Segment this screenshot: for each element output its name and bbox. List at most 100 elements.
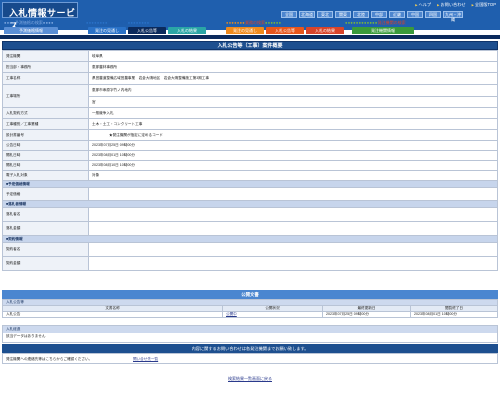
page-title: 入札公告等（工事）案件概要 [2,41,498,50]
row-value [88,207,498,222]
tab-construction-results[interactable]: 入札の結果 [168,27,206,34]
public-docs-table: 入札公告等 文書名称 公開状況 最終更新日 閲覧終了日 入札公告 公開中 202… [2,299,498,318]
category-nav: ●●●●予測価格の検索●●●● ●●●●●●●●工事の検索●●●●●●●● ●●… [0,19,500,34]
row-label: 予定価格 [2,187,89,201]
row-label: 落札者名 [2,207,89,222]
row-label: 開札日時 [2,160,89,171]
section-header-price: ■予定価格情報 [2,180,498,188]
row-value: 2023年08月10日 10時00分 [88,160,498,171]
section-title: ■落札者情報 [2,200,498,208]
back-to-results-link[interactable]: 検索結果一覧画面に戻る [0,376,500,382]
row-label: 落札金額 [2,221,89,236]
nav-divider [0,35,500,39]
table-row: 工事名称 県営農道整備広域営農事業 岩倉大鳴地区 岩倉大鳴整備施工第3期工事 [2,72,498,85]
section-header-contract: ■契約情報 [2,235,498,243]
help-link[interactable]: ヘルプ [415,2,432,8]
row-value [88,221,498,236]
table-row: 入札契約方式 一般競争入札 [2,107,498,119]
location-line: 宮 [89,96,497,107]
row-label: 工事種別／工事業種 [2,118,89,130]
row-label: 電子入札対象 [2,170,89,181]
table-row: 公告日時 2023年07月25日 09時00分 [2,140,498,151]
category-service-heading: ●●●●●●●業務の検索●●●●●● [226,20,282,25]
region-shikoku[interactable]: 四国 [425,11,441,18]
row-label: 工事場所 [2,84,89,108]
location-line: 恵那市串原字竹ノ内地内 [92,88,132,92]
tab-service-results[interactable]: 入札の結果 [306,27,344,34]
table-row: 担当部・事務所 恵那農林事務所 [2,61,498,73]
tab-construction-outlook[interactable]: 発注の見通し [88,27,126,34]
row-value: 対象 [88,170,498,181]
row-label: 設計書番号 [2,129,89,141]
region-hokuriku[interactable]: 北陸 [353,11,369,18]
row-value: 岐阜県 [88,50,498,62]
region-national[interactable]: 全国 [281,11,297,18]
row-value [88,242,498,257]
tab-estimate-info[interactable]: 予測価格情報 [4,27,58,34]
table-row: 入札公告 公開中 2023年07月25日 09時00分 2023年08月01日 … [2,311,498,318]
table-row: 予定価格 [2,187,498,201]
table-row: 開札日時 2023年08月01日 10時00分 [2,150,498,161]
region-kanto[interactable]: 関東 [335,11,351,18]
table-row: 開札日時 2023年08月10日 10時00分 [2,160,498,171]
row-value: ★発注機関が指定に定めるコード [88,129,498,141]
row-label: 公告日時 [2,140,89,151]
row-value: 土木・土工・コンクリート工事 [88,118,498,130]
tab-construction-notices[interactable]: 入札公告等 [128,27,166,34]
row-label: 契約者名 [2,242,89,257]
bid-progress-section: 入札経過 該当データはありません [2,325,498,343]
tab-service-notices[interactable]: 入札公告等 [266,27,304,34]
row-value [88,187,498,201]
region-tohoku[interactable]: 東北 [317,11,333,18]
doc-status-link[interactable]: 公開中 [226,312,237,316]
table-row: 電子入札対象 対象 [2,170,498,181]
doc-end: 2023年08月01日 10時00分 [410,311,498,318]
row-label: 担当部・事務所 [2,61,89,73]
region-chubu[interactable]: 中部 [371,11,387,18]
tab-orderer-info[interactable]: 発注機関情報 [352,27,414,34]
row-value [88,256,498,271]
region-nav: 全国 北海道 東北 関東 北陸 中部 近畿 中国 四国 九州・沖縄 [281,11,463,22]
table-row: 契約金額 [2,256,498,271]
category-construction-heading: ●●●●●●●●工事の検索●●●●●●●● [86,20,150,25]
bid-progress-empty-message: 該当データはありません [3,333,497,342]
table-row: 落札金額 [2,221,498,236]
site-logo[interactable]: 入札情報サービス [2,2,78,32]
row-label: 開札日時 [2,150,89,161]
row-label: 工事名称 [2,72,89,85]
region-kinki[interactable]: 近畿 [389,11,405,18]
contact-list-link[interactable]: 問い合せ先一覧 [133,357,158,362]
table-row: 契約者名 [2,242,498,257]
contact-us-link[interactable]: お問い合わせ [437,2,465,8]
row-value: 一般競争入札 [88,107,498,119]
table-row: 設計書番号 ★発注機関が指定に定めるコード [2,129,498,141]
row-label: 発注機関 [2,50,89,62]
row-label: 契約金額 [2,256,89,271]
category-estimate-heading: ●●●●予測価格の検索●●●● [4,20,54,25]
row-value: 恵那農林事務所 [88,61,498,73]
row-label: 入札契約方式 [2,107,89,119]
category-orderer-heading: ●●●●●●●●●●●●発注機関の検索 [345,20,406,25]
contact-row: 発注機関への連絡先等はこちらからご確認ください。 問い合せ先一覧 [2,353,498,364]
row-value: 恵那市串原字竹ノ内地内 宮 [88,84,498,108]
project-info-table: 発注機関 岐阜県 担当部・事務所 恵那農林事務所 工事名称 県営農道整備広域営農… [2,50,498,271]
table-row: 工事種別／工事業種 土木・土工・コンクリート工事 [2,118,498,130]
row-value: 2023年08月01日 10時00分 [88,150,498,161]
doc-updated: 2023年07月25日 09時00分 [322,311,411,318]
section-title: ■予定価格情報 [2,180,498,188]
table-row: 発注機関 岐阜県 [2,50,498,62]
row-value: 2023年07月25日 09時00分 [88,140,498,151]
region-chugoku[interactable]: 中国 [407,11,423,18]
national-top-link[interactable]: 全国版TOP [472,2,496,8]
tab-service-outlook[interactable]: 発注の見通し [226,27,264,34]
region-kyushu-okinawa[interactable]: 九州・沖縄 [443,11,463,22]
doc-name: 入札公告 [2,311,223,318]
contact-banner: 内容に関するお問い合わせは各発注機関までお願い致します。 [2,344,498,353]
region-hokkaido[interactable]: 北海道 [299,11,315,18]
bid-progress-header: 入札経過 [3,326,497,333]
section-header-bidder: ■落札者情報 [2,200,498,208]
contact-text: 発注機関への連絡先等はこちらからご確認ください。 [6,357,93,361]
section-title: ■契約情報 [2,235,498,243]
top-links: ヘルプ お問い合わせ 全国版TOP [415,2,496,8]
public-docs-title: 公開文書 [2,290,498,299]
